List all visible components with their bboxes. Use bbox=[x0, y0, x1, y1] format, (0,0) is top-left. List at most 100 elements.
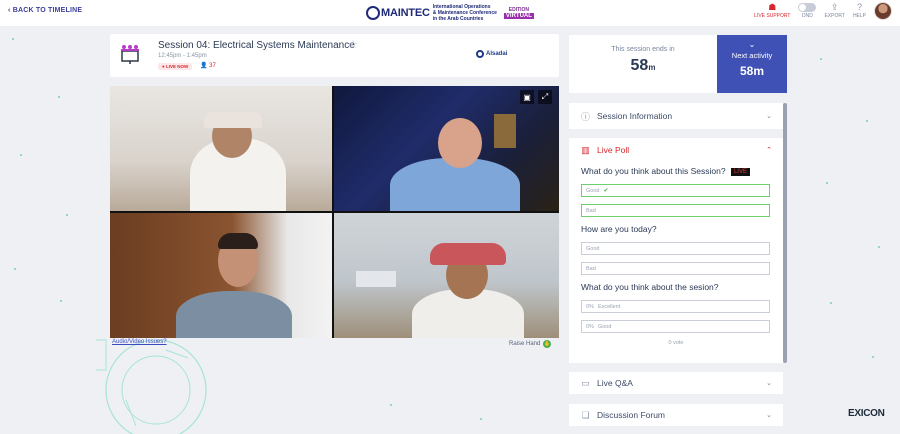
brand-name: MAINTEC bbox=[381, 6, 430, 19]
decor-dot bbox=[866, 120, 868, 122]
brand-globe-icon bbox=[366, 6, 380, 20]
live-qa-header[interactable]: ▭ Live Q&A ⌄ bbox=[569, 372, 783, 394]
action-label: DND bbox=[802, 13, 813, 19]
gear-decoration-icon bbox=[96, 339, 207, 434]
session-time: 12:45pm - 1:45pm bbox=[158, 53, 207, 59]
av-issues-link[interactable]: Audio/Video Issues? bbox=[112, 339, 167, 345]
info-icon: ⓘ bbox=[580, 111, 590, 122]
decor-dot bbox=[826, 182, 828, 184]
poll-option[interactable]: 0% Good bbox=[581, 320, 770, 333]
timer-unit: m bbox=[648, 63, 656, 72]
decor-dot bbox=[66, 214, 68, 216]
chat-bubble-icon: ▭ bbox=[581, 377, 590, 388]
poll-option-label: Excellent bbox=[597, 303, 621, 310]
poll-option[interactable]: Good ✔ bbox=[581, 184, 770, 197]
video-tile-speaker-1[interactable] bbox=[110, 86, 332, 211]
background-shelf bbox=[356, 271, 396, 287]
poll-option[interactable]: Bad bbox=[581, 204, 770, 217]
sponsor-mark-icon bbox=[476, 50, 484, 58]
vote-count: 0 vote bbox=[668, 340, 684, 346]
background-frame bbox=[494, 114, 516, 148]
decor-dot bbox=[20, 154, 22, 156]
poll-option-label: Good bbox=[597, 323, 612, 330]
sponsor-logo: Alsadai bbox=[476, 50, 507, 58]
raise-hand-button[interactable]: Raise Hand ✋ bbox=[509, 340, 552, 348]
participant-hair bbox=[218, 233, 258, 249]
poll-option[interactable]: Good bbox=[581, 242, 770, 255]
poll-option-label: Good bbox=[586, 187, 600, 194]
poll-question-text: What do you think about the sesion? bbox=[581, 282, 719, 292]
participant-headwear bbox=[430, 243, 506, 265]
top-actions: ☗ LIVE SUPPORT DND ⇪ EXPORT ? HELP bbox=[754, 2, 892, 20]
favorite-star-icon[interactable]: ☆ bbox=[348, 38, 358, 51]
virtual-badge: VIRTUAL bbox=[503, 13, 534, 19]
poll-option[interactable]: Bad bbox=[581, 262, 770, 275]
video-tile-speaker-2[interactable]: ▣ ⤢ bbox=[334, 86, 559, 211]
timer-minutes: 58 bbox=[630, 57, 649, 74]
live-now-badge: ● LIVE NOW bbox=[158, 63, 193, 70]
chevron-down-icon: ⌄ bbox=[766, 412, 772, 419]
export-button[interactable]: ⇪ EXPORT bbox=[824, 3, 845, 20]
next-activity-button[interactable]: ⌄ Next activity 58m bbox=[717, 35, 787, 93]
session-title: Session 04: Electrical Systems Maintenan… bbox=[158, 40, 355, 51]
poll-option[interactable]: 0% Excellent bbox=[581, 300, 770, 313]
live-poll-header[interactable]: ▥ Live Poll ⌃ bbox=[569, 138, 783, 162]
poll-question: What do you think about the sesion? bbox=[581, 282, 719, 292]
viewer-count: 👤 37 bbox=[200, 62, 216, 69]
support-agent-icon: ☗ bbox=[768, 2, 777, 12]
user-avatar[interactable] bbox=[874, 2, 892, 20]
toggle-switch-icon bbox=[798, 3, 817, 12]
layout-toggle-icon[interactable]: ▣ bbox=[520, 90, 534, 104]
back-to-timeline-link[interactable]: ‹ BACK TO TIMELINE bbox=[8, 7, 82, 14]
help-button[interactable]: ? HELP bbox=[852, 2, 866, 20]
panel-scrollbar[interactable] bbox=[783, 103, 787, 363]
timer-value: 58m bbox=[569, 57, 717, 75]
session-information-header[interactable]: ⓘ Session Information ⌄ bbox=[569, 103, 783, 129]
live-support-button[interactable]: ☗ LIVE SUPPORT bbox=[754, 2, 790, 20]
action-label: EXPORT bbox=[824, 13, 845, 19]
participant-figure bbox=[176, 291, 292, 338]
decor-dot bbox=[878, 246, 880, 248]
poll-option-label: Bad bbox=[586, 207, 596, 214]
discussion-forum-panel: ❏ Discussion Forum ⌄ bbox=[569, 404, 783, 426]
poll-question-text: What do you think about this Session? bbox=[581, 166, 726, 176]
forum-icon: ❏ bbox=[581, 409, 590, 420]
chevron-left-icon: ‹ bbox=[8, 7, 11, 14]
panel-title: Live Q&A bbox=[597, 378, 633, 388]
fullscreen-icon[interactable]: ⤢ bbox=[538, 90, 552, 104]
poll-option-label: Good bbox=[586, 245, 600, 252]
discussion-forum-header[interactable]: ❏ Discussion Forum ⌄ bbox=[569, 404, 783, 426]
panel-title: Session Information bbox=[597, 111, 673, 121]
presentation-icon bbox=[121, 45, 139, 64]
poll-question: How are you today? bbox=[581, 224, 657, 234]
video-tile-speaker-4[interactable] bbox=[334, 213, 559, 338]
poll-option-percent: 0% bbox=[586, 323, 594, 330]
video-grid: ▣ ⤢ bbox=[110, 86, 559, 338]
exicon-logo: EXICON bbox=[848, 408, 885, 419]
decor-dot bbox=[872, 356, 874, 358]
conference-logo: MAINTEC International Operations & Maint… bbox=[366, 1, 534, 25]
chevron-down-icon: ⌄ bbox=[766, 113, 772, 120]
back-label: BACK TO TIMELINE bbox=[12, 7, 83, 14]
decor-dot bbox=[58, 96, 60, 98]
session-timer: This session ends in 58m bbox=[569, 35, 717, 93]
participant-head bbox=[438, 118, 482, 168]
poll-option-percent: 0% bbox=[586, 303, 594, 310]
action-label: HELP bbox=[852, 13, 866, 19]
chevron-down-icon: ⌄ bbox=[766, 380, 772, 387]
person-icon: 👤 bbox=[200, 63, 208, 69]
decor-dot bbox=[390, 404, 392, 406]
help-icon: ? bbox=[856, 2, 862, 12]
poll-option-label: Bad bbox=[586, 265, 596, 272]
video-tile-speaker-3[interactable] bbox=[110, 213, 332, 338]
top-bar: ‹ BACK TO TIMELINE MAINTEC International… bbox=[0, 0, 900, 26]
brand-edition: EDITION VIRTUAL bbox=[503, 7, 534, 19]
dnd-toggle[interactable]: DND bbox=[798, 3, 817, 19]
participant-headwear bbox=[204, 112, 262, 128]
next-activity-value: 58m bbox=[739, 64, 765, 78]
brand-line: in the Arab Countries bbox=[432, 16, 484, 22]
decor-dot bbox=[830, 302, 832, 304]
poll-question: What do you think about this Session? LI… bbox=[581, 166, 750, 176]
hand-icon: ✋ bbox=[543, 340, 552, 348]
exicon-logo-text: EXICON bbox=[848, 408, 885, 419]
